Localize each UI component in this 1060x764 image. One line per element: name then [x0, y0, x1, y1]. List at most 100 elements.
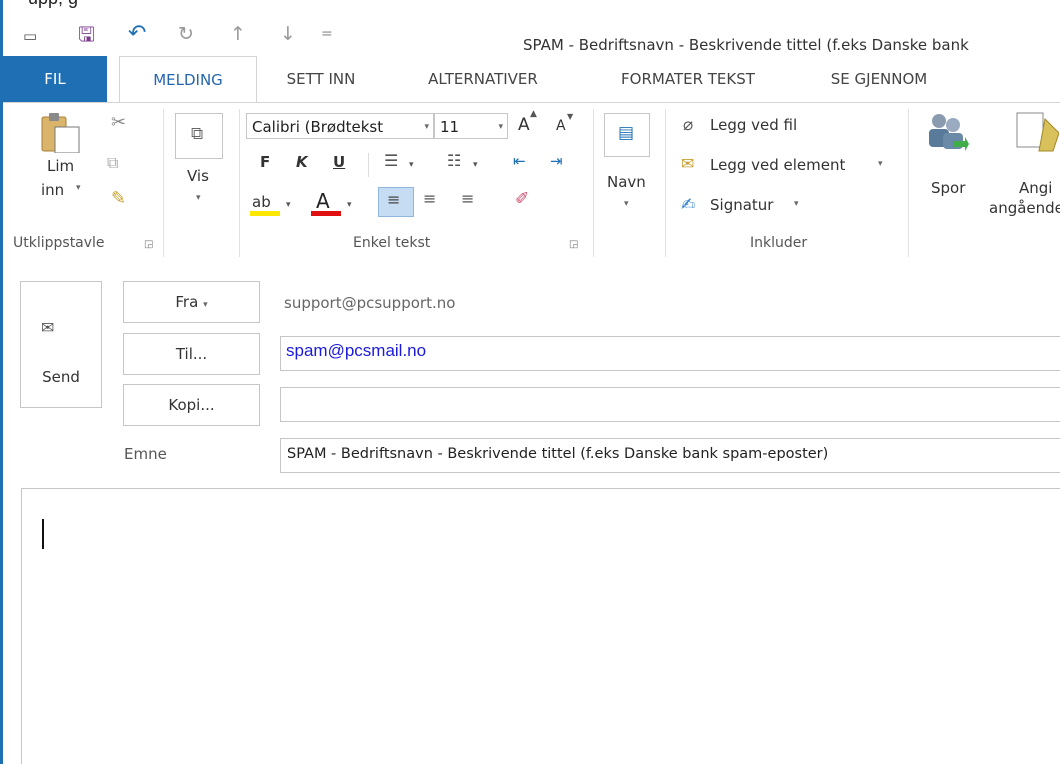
font-name-combo[interactable]: Calibri (Brødtekst ▾: [246, 113, 434, 139]
font-size-combo[interactable]: 11 ▾: [434, 113, 508, 139]
window-title: SPAM - Bedriftsnavn - Beskrivende tittel…: [523, 36, 969, 54]
redo-icon[interactable]: ↻: [178, 24, 194, 44]
text-caret: [42, 519, 44, 549]
align-right-icon[interactable]: ≡: [461, 189, 474, 209]
signature-dropdown-icon[interactable]: ▾: [794, 199, 799, 209]
bold-button[interactable]: F: [260, 153, 270, 171]
attach-item-button[interactable]: Legg ved element: [710, 156, 845, 174]
numbering-icon[interactable]: ☷: [447, 151, 461, 171]
send-button[interactable]: ✉ Send: [20, 281, 102, 408]
shrink-font-button[interactable]: A: [556, 118, 566, 134]
message-body[interactable]: [21, 488, 1060, 764]
view-label: Vis: [187, 167, 209, 185]
font-name-dropdown-icon: ▾: [424, 122, 429, 132]
highlight-color-bar: [250, 211, 280, 216]
tab-format-text[interactable]: FORMATER TEKST: [599, 56, 777, 102]
customize-icon[interactable]: =: [321, 24, 333, 44]
view-box-icon: ⧉: [175, 113, 223, 159]
align-left-button[interactable]: ≡: [378, 187, 414, 217]
include-group-label: Inkluder: [750, 235, 808, 251]
compose-area: ✉ Send Fra ▾ support@pcsupport.no Til...…: [3, 260, 1060, 764]
tab-options[interactable]: ALTERNATIVER: [407, 56, 559, 102]
to-field[interactable]: spam@pcsmail.no: [280, 336, 1060, 371]
to-button[interactable]: Til...: [123, 333, 260, 375]
clipboard-group-label: Utklippstavle: [13, 235, 105, 251]
copy-icon[interactable]: ⧉: [107, 153, 118, 173]
assign-button[interactable]: Angi angående: [989, 111, 1060, 221]
track-button[interactable]: Spor: [917, 111, 983, 221]
shrink-font-arrow-icon: ▼: [567, 112, 574, 121]
clipboard-launcher-icon[interactable]: ◲: [144, 239, 153, 250]
ribbon: Lim inn ▾ ✂ ⧉ ✎ Utklippstavle ◲ ⧉ Vis ▾ …: [3, 102, 1060, 262]
paperclip-icon: ⌀: [683, 115, 694, 135]
assign-label-bottom: angående: [989, 199, 1060, 217]
document-edit-icon: [1016, 112, 1059, 152]
basic-text-launcher-icon[interactable]: ◲: [569, 239, 578, 250]
arrow-up-icon[interactable]: ↑: [230, 24, 246, 44]
align-center-icon[interactable]: ≡: [423, 189, 436, 209]
tab-message[interactable]: MELDING: [119, 56, 257, 104]
grow-font-button[interactable]: A: [518, 115, 530, 135]
names-button[interactable]: ▤ Navn ▾: [599, 111, 659, 221]
highlight-icon[interactable]: ab: [252, 193, 271, 211]
follow-up-icon: [929, 114, 969, 151]
names-label: Navn: [607, 173, 646, 191]
bullets-icon[interactable]: ☰: [384, 151, 398, 171]
clipboard-icon: [41, 113, 80, 153]
from-value: support@pcsupport.no: [284, 294, 456, 312]
view-button[interactable]: ⧉ Vis ▾: [171, 111, 227, 221]
cc-button[interactable]: Kopi...: [123, 384, 260, 426]
format-painter-icon[interactable]: ✎: [111, 189, 126, 209]
attach-item-dropdown-icon[interactable]: ▾: [878, 159, 883, 169]
paste-label-top: Lim: [47, 157, 75, 175]
align-left-icon: ≡: [387, 190, 401, 209]
subject-field[interactable]: SPAM - Bedriftsnavn - Beskrivende tittel…: [280, 438, 1060, 473]
signature-icon: ✍: [681, 195, 696, 215]
font-name-value: Calibri (Brødtekst: [252, 118, 384, 136]
font-color-dropdown-icon[interactable]: ▾: [347, 195, 352, 215]
paste-dropdown-icon: ▾: [76, 183, 81, 193]
arrow-down-icon[interactable]: ↓: [280, 24, 296, 44]
assign-label-top: Angi: [1019, 179, 1053, 197]
font-size-dropdown-icon: ▾: [498, 122, 503, 132]
signature-button[interactable]: Signatur: [710, 196, 773, 214]
from-dropdown-icon: ▾: [203, 300, 208, 310]
send-icon: ✉: [41, 318, 55, 337]
italic-button[interactable]: K: [296, 153, 308, 171]
tab-insert[interactable]: SETT INN: [275, 56, 367, 102]
view-dropdown-icon: ▾: [196, 193, 201, 203]
attach-file-button[interactable]: Legg ved fil: [710, 116, 797, 134]
highlight-dropdown-icon[interactable]: ▾: [286, 195, 291, 215]
window-top-fragment: upp, g: [0, 0, 1060, 12]
address-book-icon: ▤: [604, 113, 650, 157]
message-icon: ▭: [23, 27, 38, 45]
bullets-dropdown-icon[interactable]: ▾: [409, 155, 414, 175]
tab-review[interactable]: SE GJENNOM: [811, 56, 947, 102]
quick-access-toolbar: ▭ 🖫 ↶ ↻ ↑ ↓ = SPAM - Bedriftsnavn - Besk…: [3, 12, 1060, 56]
names-dropdown-icon: ▾: [624, 199, 629, 209]
send-label: Send: [42, 368, 80, 386]
paste-label-bottom: inn: [41, 181, 65, 199]
track-label: Spor: [931, 179, 966, 197]
numbering-dropdown-icon[interactable]: ▾: [473, 155, 478, 175]
cut-icon[interactable]: ✂: [111, 113, 126, 133]
underline-button[interactable]: U: [333, 153, 345, 171]
from-button[interactable]: Fra ▾: [123, 281, 260, 323]
clear-formatting-icon[interactable]: ✐: [515, 189, 529, 209]
font-color-bar: [311, 211, 341, 216]
tab-file[interactable]: FIL: [3, 56, 107, 102]
cc-field[interactable]: [280, 387, 1060, 422]
increase-indent-icon[interactable]: ⇥: [550, 151, 563, 171]
undo-icon[interactable]: ↶: [128, 23, 146, 45]
attach-item-icon: ✉: [681, 154, 695, 173]
basic-text-group-label: Enkel tekst: [353, 235, 431, 251]
decrease-indent-icon[interactable]: ⇤: [513, 151, 526, 171]
save-icon[interactable]: 🖫: [78, 24, 95, 44]
grow-font-arrow-icon: ▲: [530, 109, 537, 119]
font-color-icon[interactable]: A: [316, 189, 330, 213]
ribbon-tabs: FIL MELDING SETT INN ALTERNATIVER FORMAT…: [3, 56, 1060, 104]
paste-button[interactable]: Lim inn ▾: [38, 111, 88, 221]
subject-value: SPAM - Bedriftsnavn - Beskrivende tittel…: [287, 446, 829, 462]
from-button-label: Fra: [175, 293, 199, 311]
subject-label: Emne: [124, 445, 167, 463]
